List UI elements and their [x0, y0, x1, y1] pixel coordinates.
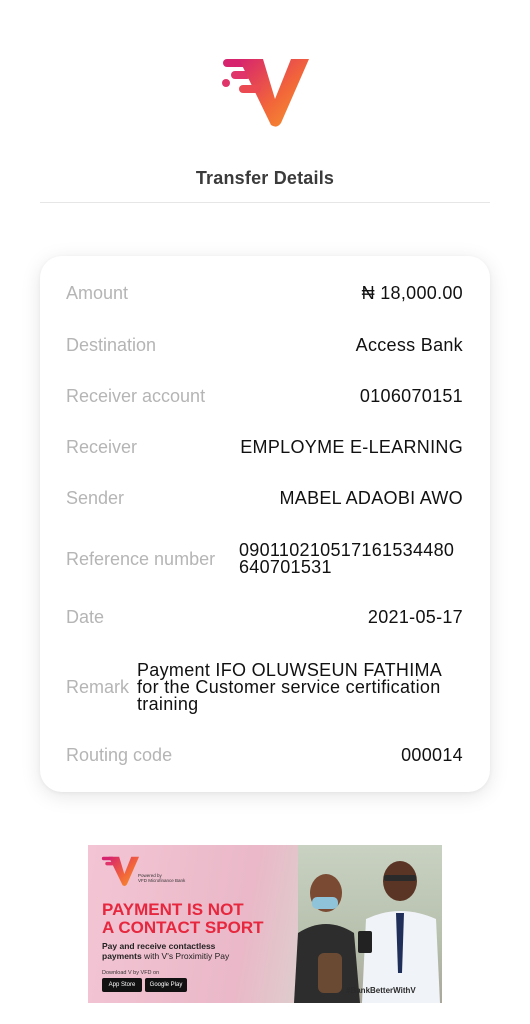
detail-label: Receiver account [66, 385, 206, 406]
headline-line1: PAYMENT IS NOT [102, 900, 244, 919]
v-logo-icon [101, 856, 140, 886]
app-store-badge[interactable]: App Store [102, 978, 142, 992]
detail-value: Access Bank [355, 334, 463, 355]
detail-label: Reference number [66, 548, 216, 569]
detail-row-amount: Amount ₦ 18,000.00 [66, 282, 463, 304]
detail-value: Payment IFO OLUWSEUN FATHIMA for the Cus… [137, 659, 442, 714]
detail-value: MABEL ADAOBI AWO [279, 487, 463, 508]
transfer-details-card: Amount ₦ 18,000.00 Destination Access Ba… [40, 256, 490, 792]
detail-row-reference-number: Reference number 090110210517161534480 6… [66, 539, 463, 579]
detail-label: Date [66, 606, 105, 627]
headline-line2: A CONTACT SPORT [102, 918, 264, 937]
bank-name-text: VFD Microfinance Bank [138, 878, 186, 883]
banner-hashtag: #BankBetterWithV [346, 986, 416, 995]
detail-row-remark: Remark Payment IFO OLUWSEUN FATHIMA for … [66, 659, 463, 715]
banner-download-text: Download V by VFD on [102, 970, 160, 976]
detail-value: EMPLOYME E-LEARNING [240, 436, 463, 457]
man-with-mask-illustration [294, 874, 360, 1003]
detail-row-destination: Destination Access Bank [66, 334, 463, 356]
detail-label: Routing code [66, 744, 173, 765]
detail-row-receiver-account: Receiver account 0106070151 [66, 385, 463, 407]
banner-subtext: Pay and receive contactless payments wit… [102, 941, 252, 961]
banner-powered-by: Powered by VFD Microfinance Bank [138, 873, 185, 883]
detail-label: Amount [66, 282, 129, 303]
detail-row-receiver: Receiver EMPLOYME E-LEARNING [66, 436, 463, 458]
detail-value: ₦ 18,000.00 [361, 282, 463, 303]
detail-label: Remark [66, 676, 130, 697]
detail-label: Destination [66, 334, 157, 355]
google-play-badge[interactable]: Google Play [145, 978, 187, 992]
header-divider [40, 202, 490, 203]
detail-value: 000014 [401, 744, 463, 765]
page-title: Transfer Details [195, 168, 335, 188]
detail-label: Receiver [66, 436, 138, 457]
detail-row-date: Date 2021-05-17 [66, 606, 463, 628]
detail-value: 090110210517161534480 640701531 [239, 540, 455, 577]
detail-value: 2021-05-17 [367, 606, 463, 627]
v-logo-icon [222, 59, 309, 127]
detail-value: 0106070151 [359, 385, 463, 406]
man-with-phone-illustration [358, 861, 440, 1003]
promo-banner[interactable]: Powered by VFD Microfinance Bank PAYMENT… [88, 845, 442, 1003]
detail-row-routing-code: Routing code 000014 [66, 744, 463, 766]
subtext-rest: with V's Proximitiy Pay [141, 951, 230, 961]
detail-label: Sender [66, 487, 125, 508]
banner-headline: PAYMENT IS NOT A CONTACT SPORT [102, 901, 264, 937]
detail-row-sender: Sender MABEL ADAOBI AWO [66, 487, 463, 509]
